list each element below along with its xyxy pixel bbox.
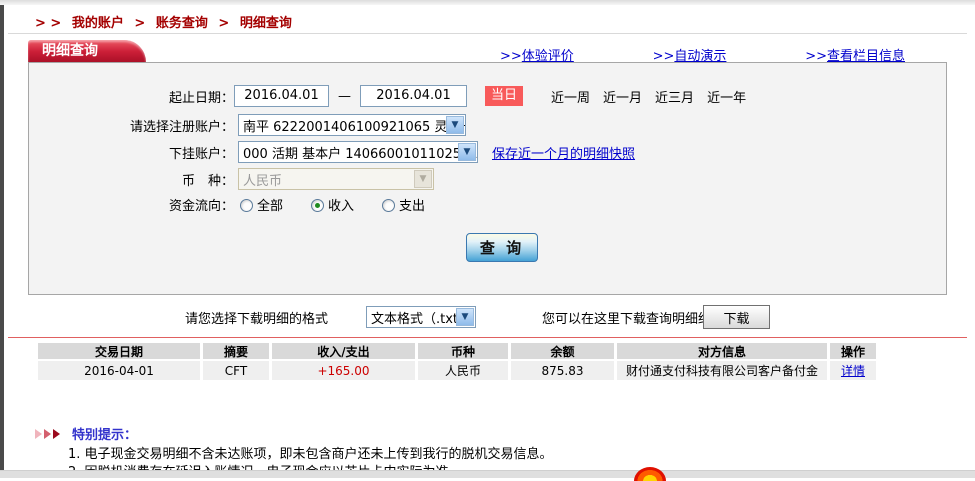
cell-counterparty: 财付通支付科技有限公司客户备付金 xyxy=(617,361,827,380)
table-header-row: 交易日期 摘要 收入/支出 币种 余额 对方信息 操作 xyxy=(38,343,880,359)
special-notice-header: 特别提示： xyxy=(35,424,137,443)
cell-balance: 875.83 xyxy=(511,361,614,380)
date-range-label: 起止日期： xyxy=(29,87,234,106)
sub-account-row: 下挂账户： 000 活期 基本户 1406600101102571848 ▼ 保… xyxy=(29,141,946,163)
special-notice-title: 特别提示： xyxy=(72,424,137,443)
download-hint: 您可以在这里下载查询明细结果 xyxy=(542,308,724,327)
transaction-table: 交易日期 摘要 收入/支出 币种 余额 对方信息 操作 2016-04-01 C… xyxy=(38,343,880,380)
quick-range-options: 近一周 近一月 近三月 近一年 xyxy=(551,87,746,106)
triangle-arrow-icon xyxy=(35,429,42,439)
quick-range-today-button[interactable]: 当日 xyxy=(485,86,523,106)
register-account-value: 南平 6222001406100921065 灵通卡 xyxy=(243,116,466,135)
cell-summary: CFT xyxy=(203,361,269,380)
fund-flow-row: 资金流向： 全部 收入 支出 xyxy=(29,195,946,214)
header-date: 交易日期 xyxy=(38,343,200,359)
cell-date: 2016-04-01 xyxy=(38,361,200,380)
radio-unchecked-icon[interactable] xyxy=(240,199,253,212)
download-format-select[interactable]: 文本格式（.txt） ▼ xyxy=(366,306,476,328)
quick-range-week[interactable]: 近一周 xyxy=(551,87,590,106)
date-range-row: 起止日期： 2016.04.01 — 2016.04.01 当日 近一周 近一月… xyxy=(29,85,946,107)
download-format-label: 请您选择下载明细的格式 xyxy=(185,308,328,327)
chevron-down-icon[interactable]: ▼ xyxy=(458,143,476,161)
top-border-band xyxy=(0,0,975,5)
breadcrumb-separator: > xyxy=(134,16,145,31)
currency-label: 币 种： xyxy=(29,170,234,189)
register-account-row: 请选择注册账户： 南平 6222001406100921065 灵通卡 ▼ xyxy=(29,114,946,136)
query-button[interactable]: 查 询 xyxy=(466,233,538,262)
triangle-arrow-icon xyxy=(53,429,60,439)
bottom-border-strip xyxy=(0,470,975,478)
radio-checked-icon[interactable] xyxy=(311,199,324,212)
download-row: 请您选择下载明细的格式 文本格式（.txt） ▼ 您可以在这里下载查询明细结果 … xyxy=(0,305,975,329)
radio-unchecked-icon[interactable] xyxy=(382,199,395,212)
cell-currency: 人民币 xyxy=(418,361,508,380)
date-from-input[interactable]: 2016.04.01 xyxy=(234,85,329,107)
currency-select: 人民币 ▼ xyxy=(238,168,434,190)
header-summary: 摘要 xyxy=(203,343,269,359)
save-snapshot-link[interactable]: 保存近一个月的明细快照 xyxy=(492,143,635,162)
breadcrumb: > > 我的账户 > 账务查询 > 明细查询 xyxy=(35,12,292,31)
flow-option-all[interactable]: 全部 xyxy=(240,195,283,214)
breadcrumb-prefix: > > xyxy=(35,16,61,31)
chevron-down-icon[interactable]: ▼ xyxy=(456,308,474,326)
quick-range-year[interactable]: 近一年 xyxy=(707,87,746,106)
currency-row: 币 种： 人民币 ▼ xyxy=(29,168,946,190)
breadcrumb-separator: > xyxy=(218,16,229,31)
sub-account-select[interactable]: 000 活期 基本户 1406600101102571848 ▼ xyxy=(238,141,478,163)
query-form-panel: 起止日期： 2016.04.01 — 2016.04.01 当日 近一周 近一月… xyxy=(28,62,947,295)
header-counterparty: 对方信息 xyxy=(617,343,827,359)
section-divider-red xyxy=(8,337,967,338)
register-account-select[interactable]: 南平 6222001406100921065 灵通卡 ▼ xyxy=(238,114,466,136)
header-balance: 余额 xyxy=(511,343,614,359)
flow-expense-label: 支出 xyxy=(399,199,425,214)
date-separator: — xyxy=(338,89,351,104)
chevron-down-icon[interactable]: ▼ xyxy=(446,116,464,134)
flow-all-label: 全部 xyxy=(257,199,283,214)
table-row: 2016-04-01 CFT +165.00 人民币 875.83 财付通支付科… xyxy=(38,361,880,380)
header-action: 操作 xyxy=(830,343,876,359)
chevron-down-icon: ▼ xyxy=(414,170,432,188)
tab-detail-query: 明细查询 xyxy=(28,40,146,63)
detail-link[interactable]: 详情 xyxy=(841,362,865,379)
download-button[interactable]: 下载 xyxy=(703,305,770,329)
quick-range-month[interactable]: 近一月 xyxy=(603,87,642,106)
sub-account-label: 下挂账户： xyxy=(29,143,234,162)
left-border-strip xyxy=(0,5,4,470)
flow-option-expense[interactable]: 支出 xyxy=(382,195,425,214)
header-amount: 收入/支出 xyxy=(272,343,415,359)
date-to-input[interactable]: 2016.04.01 xyxy=(360,85,467,107)
quick-range-quarter[interactable]: 近三月 xyxy=(655,87,694,106)
sub-account-value: 000 活期 基本户 1406600101102571848 xyxy=(243,143,478,162)
notice-line-1: 1. 电子现金交易明细不含未达账项，即未包含商户还未上传到我行的脱机交易信息。 xyxy=(68,443,553,462)
flow-income-label: 收入 xyxy=(328,199,354,214)
triangle-arrow-icon xyxy=(44,429,51,439)
breadcrumb-divider xyxy=(8,33,967,34)
fund-flow-label: 资金流向： xyxy=(29,195,234,214)
cell-amount: +165.00 xyxy=(272,361,415,380)
currency-value: 人民币 xyxy=(243,170,282,189)
header-currency: 币种 xyxy=(418,343,508,359)
register-account-label: 请选择注册账户： xyxy=(29,116,234,135)
breadcrumb-item-my-account[interactable]: 我的账户 xyxy=(72,16,124,31)
flow-option-income[interactable]: 收入 xyxy=(311,195,354,214)
breadcrumb-item-detail-query: 明细查询 xyxy=(240,16,292,31)
breadcrumb-item-account-query[interactable]: 账务查询 xyxy=(156,16,208,31)
